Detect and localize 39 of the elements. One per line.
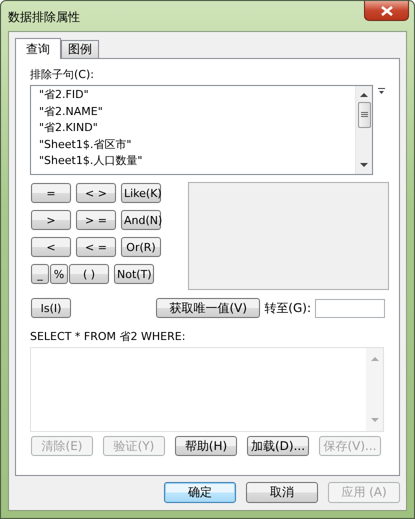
action-button[interactable]: 加载(D)... xyxy=(247,436,309,456)
field-list[interactable]: "省2.FID" "省2.NAME" "省2.KIND" "Sheet1$.省区市" "Sheet1$.人口数量" xyxy=(30,85,373,175)
action-button[interactable]: 帮助(H) xyxy=(175,436,237,456)
window-title: 数据排除属性 xyxy=(8,9,81,26)
field-list-item[interactable]: "省2.FID" xyxy=(39,87,347,104)
operator-button[interactable]: > xyxy=(31,210,71,230)
operator-button[interactable]: Not(T) xyxy=(114,264,154,284)
field-list-item[interactable]: "Sheet1$.省区市" xyxy=(39,136,347,153)
sql-label: SELECT * FROM 省2 WHERE: xyxy=(30,329,186,344)
tab[interactable]: 图例 xyxy=(61,40,99,58)
close-icon xyxy=(380,6,394,16)
field-list-item[interactable]: "省2.KIND" xyxy=(39,120,347,136)
clause-label: 排除子句(C): xyxy=(30,67,95,82)
dialog-button[interactable]: 确定 xyxy=(164,482,236,503)
get-unique-values-button[interactable]: 获取唯一值(V) xyxy=(156,298,260,318)
dialog-button[interactable]: 取消 xyxy=(246,482,318,503)
scroll-thumb[interactable] xyxy=(358,102,370,128)
go-to-field[interactable] xyxy=(315,298,385,318)
operator-button[interactable]: _ xyxy=(31,264,49,284)
operator-button[interactable]: < xyxy=(31,237,71,257)
operator-button[interactable]: < > xyxy=(76,183,116,203)
field-list-item[interactable]: "省2.NAME" xyxy=(39,104,347,120)
operator-button[interactable]: And(N) xyxy=(121,210,161,230)
scroll-up-icon[interactable] xyxy=(360,92,368,97)
operator-button[interactable]: Like(K) xyxy=(121,183,161,203)
operator-button[interactable]: ( ) xyxy=(69,264,109,284)
scroll-down-icon[interactable] xyxy=(360,163,368,168)
dropdown-icon[interactable] xyxy=(378,88,385,95)
scrollbar[interactable] xyxy=(355,86,372,174)
operator-button[interactable]: % xyxy=(50,264,68,284)
operator-button[interactable]: < = xyxy=(76,237,116,257)
tab[interactable]: 查询 xyxy=(15,38,61,59)
go-to-label: 转至(G): xyxy=(264,300,311,316)
is-button[interactable]: Is(I) xyxy=(31,298,71,318)
field-list-item[interactable]: "Sheet1$.人口数量" xyxy=(39,153,347,170)
operator-button[interactable]: = xyxy=(31,183,71,203)
close-button[interactable] xyxy=(364,1,409,21)
operator-button[interactable]: > = xyxy=(76,210,116,230)
operator-button[interactable]: Or(R) xyxy=(121,237,161,257)
